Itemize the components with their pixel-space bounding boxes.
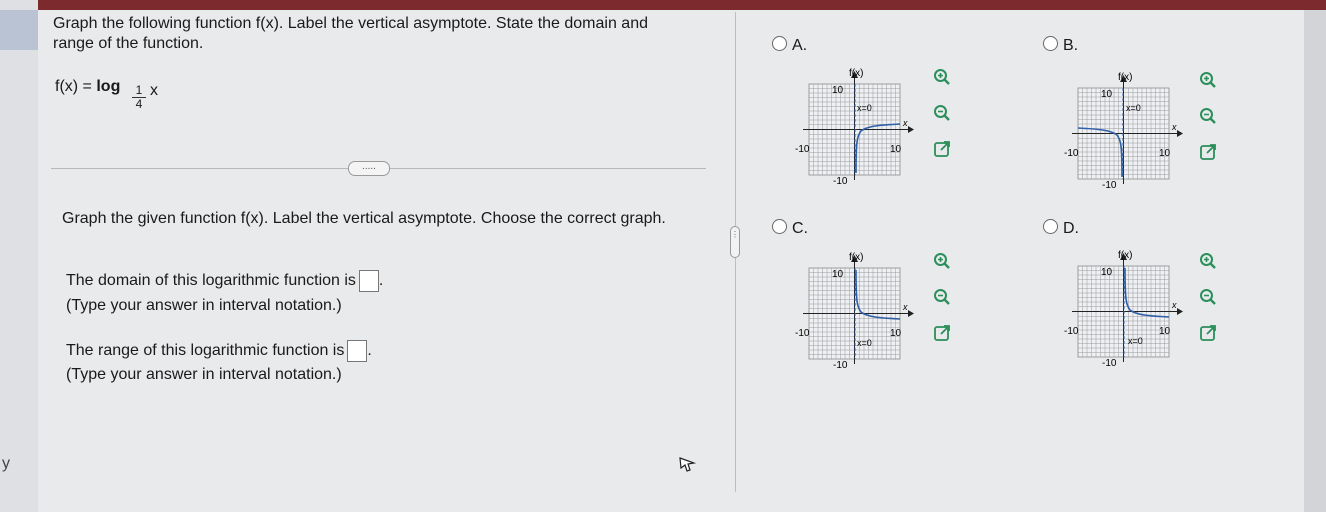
graph-c-axis-label: f(x) (849, 252, 863, 263)
graph-c-asymptote-label: x=0 (857, 338, 872, 348)
graph-c-x-arrow (908, 310, 914, 317)
graph-d-tick-top: 10 (1101, 267, 1113, 278)
mouse-cursor-icon (679, 457, 696, 472)
graph-b-tick-right: 10 (1159, 148, 1171, 159)
instructions: Graph the given function f(x). Label the… (62, 210, 666, 227)
domain-hint: (Type your answer in interval notation.) (66, 297, 342, 314)
graph-a-tick-top: 10 (832, 85, 844, 96)
function-prefix: f(x) = (55, 78, 97, 95)
right-scroll-strip[interactable] (1304, 10, 1326, 512)
graph-option-b[interactable]: f(x) 10 -10 10 -10 x x=0 (1064, 66, 1189, 191)
graph-d-tick-bottom: -10 (1102, 358, 1117, 369)
graph-d-tools (1198, 251, 1220, 359)
option-a[interactable]: A. (772, 36, 807, 55)
zoom-out-icon[interactable] (932, 103, 952, 123)
graph-a-axis-label: f(x) (849, 68, 863, 79)
graph-option-d[interactable]: f(x) 10 -10 10 -10 x x=0 (1064, 244, 1189, 369)
option-d[interactable]: D. (1043, 219, 1079, 238)
domain-label: The domain of this logarithmic function … (66, 272, 356, 290)
graph-a-tick-bottom: -10 (833, 176, 848, 187)
zoom-out-icon[interactable] (932, 287, 952, 307)
graph-d-axis-label: f(x) (1118, 250, 1132, 261)
log-base-numerator: 1 (132, 84, 146, 98)
function-log: log (96, 78, 121, 95)
zoom-in-icon[interactable] (1198, 70, 1218, 90)
graph-c-tools (932, 251, 954, 359)
expand-more-button[interactable]: ..... (348, 161, 390, 176)
open-external-icon[interactable] (1198, 323, 1218, 343)
graph-d-tick-right: 10 (1159, 326, 1171, 337)
graph-b-axis-label: f(x) (1118, 72, 1132, 83)
graph-b-x-arrow (1177, 130, 1183, 137)
option-d-letter: D. (1063, 220, 1079, 237)
panel-resize-handle[interactable]: ⋮ (730, 226, 740, 258)
log-base-fraction: 1 4 (132, 84, 146, 111)
graph-c-tick-right: 10 (890, 328, 902, 339)
range-question: The range of this logarithmic function i… (66, 340, 372, 362)
function-argument: x (150, 82, 158, 99)
open-external-icon[interactable] (1198, 142, 1218, 162)
option-b-radio[interactable] (1043, 36, 1058, 51)
graph-option-a[interactable]: f(x) 10 -10 10 -10 x x=0 (795, 62, 920, 187)
graph-b-x-label: x (1171, 122, 1177, 132)
domain-question: The domain of this logarithmic function … (66, 270, 383, 292)
header-bar (0, 0, 1326, 10)
graph-b-tick-left: -10 (1064, 148, 1079, 159)
graph-c-x-label: x (902, 302, 908, 312)
graph-c-tick-left: -10 (795, 328, 810, 339)
graph-b-tick-top: 10 (1101, 89, 1113, 100)
option-c-letter: C. (792, 220, 808, 237)
graph-a-asymptote-label: x=0 (857, 103, 872, 113)
zoom-in-icon[interactable] (932, 67, 952, 87)
open-external-icon[interactable] (932, 323, 952, 343)
graph-a-tick-right: 10 (890, 144, 902, 155)
left-edge-letter: y (2, 455, 10, 472)
zoom-out-icon[interactable] (1198, 106, 1218, 126)
graph-d-x-arrow (1177, 308, 1183, 315)
graph-b-asymptote-label: x=0 (1126, 103, 1141, 113)
graph-b-tools (1198, 70, 1220, 178)
option-c-radio[interactable] (772, 219, 787, 234)
option-b-letter: B. (1063, 37, 1079, 54)
left-sidebar-highlight (0, 10, 38, 50)
graph-c-tick-top: 10 (832, 269, 844, 280)
function-expression: f(x) = log (55, 78, 120, 96)
graph-d-x-label: x (1171, 300, 1177, 310)
graph-c-tick-bottom: -10 (833, 360, 848, 371)
range-answer-input[interactable] (347, 340, 368, 362)
graph-a-x-label: x (902, 118, 908, 128)
option-a-radio[interactable] (772, 36, 787, 51)
left-sidebar-strip (0, 0, 38, 512)
graph-a-x-arrow (908, 126, 914, 133)
option-b[interactable]: B. (1043, 36, 1078, 55)
graph-a-tick-left: -10 (795, 144, 810, 155)
range-hint: (Type your answer in interval notation.) (66, 366, 342, 383)
graph-d-asymptote-label: x=0 (1128, 336, 1143, 346)
zoom-in-icon[interactable] (932, 251, 952, 271)
range-label: The range of this logarithmic function i… (66, 342, 345, 360)
option-d-radio[interactable] (1043, 219, 1058, 234)
log-base-denominator: 4 (135, 97, 143, 111)
option-c[interactable]: C. (772, 219, 808, 238)
graph-option-c[interactable]: f(x) 10 -10 10 -10 x x=0 (795, 246, 920, 371)
graph-a-tools (932, 67, 954, 175)
zoom-in-icon[interactable] (1198, 251, 1218, 271)
open-external-icon[interactable] (932, 139, 952, 159)
graph-d-tick-left: -10 (1064, 326, 1079, 337)
option-a-letter: A. (792, 37, 808, 54)
zoom-out-icon[interactable] (1198, 287, 1218, 307)
domain-answer-input[interactable] (358, 270, 379, 292)
question-prompt: Graph the following function f(x). Label… (53, 15, 648, 52)
graph-b-tick-bottom: -10 (1102, 180, 1117, 191)
